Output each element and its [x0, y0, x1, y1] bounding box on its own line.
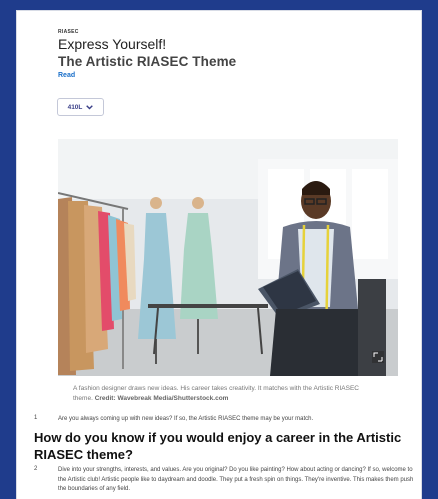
- paragraph-number: 1: [34, 415, 38, 421]
- section-heading: How do you know if you would enjoy a car…: [34, 430, 402, 462]
- lexile-level-label: 410L: [67, 103, 83, 111]
- article-subtitle: The Artistic RIASEC Theme: [58, 54, 237, 69]
- caption-credit: Credit: Wavebreak Media/Shutterstock.com: [94, 394, 229, 402]
- photo-caption: A fashion designer draws new ideas. His …: [73, 384, 373, 403]
- expand-icon[interactable]: [372, 351, 384, 363]
- lexile-level-dropdown[interactable]: 410L: [57, 98, 104, 116]
- article-card: RIASEC Express Yourself! The Artistic RI…: [16, 10, 422, 499]
- article-title: Express Yourself!: [58, 36, 167, 52]
- article-source: RIASEC: [58, 29, 79, 35]
- chevron-down-icon: [86, 104, 94, 110]
- article-photo: [58, 139, 398, 376]
- paragraph-number: 2: [34, 466, 38, 472]
- fashion-designer-image: [58, 139, 398, 376]
- paragraph-2: Dive into your strengths, interests, and…: [58, 467, 414, 492]
- read-link[interactable]: Read: [58, 72, 75, 79]
- paragraph-1: Are you always coming up with new ideas?…: [58, 416, 314, 422]
